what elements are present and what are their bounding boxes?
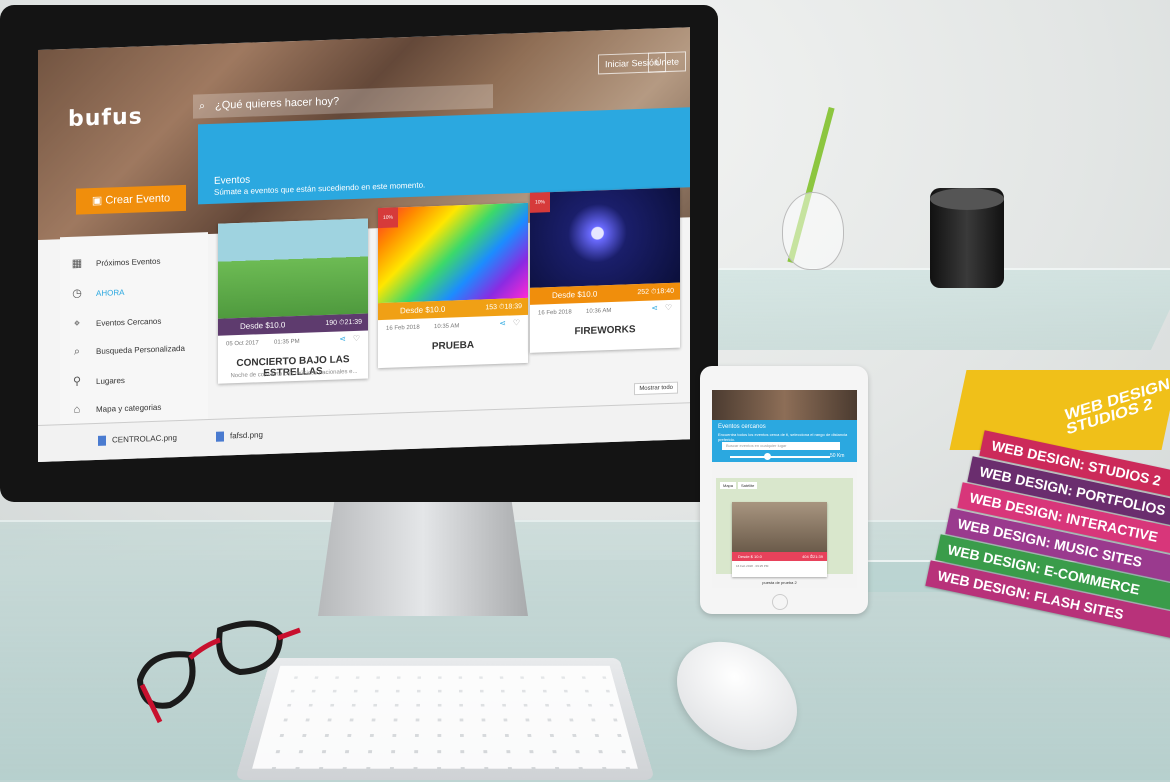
sidebar-item-now[interactable]: ◷ AHORA [70, 281, 124, 305]
satellite-tab[interactable]: Satélite [738, 482, 758, 489]
event-date: 05 Oct 2017 [226, 340, 259, 348]
share-icon[interactable]: ⋖ [651, 303, 658, 312]
discount-ribbon: 10% [378, 207, 398, 229]
tablet-screen: Eventos cercanos Encuentra todos los eve… [712, 390, 857, 588]
heart-icon[interactable]: ♡ [513, 318, 520, 327]
sidebar-item-map[interactable]: ⌂ Mapa y categorias [70, 396, 162, 421]
stats: 153 ⏱18:39 [485, 303, 522, 312]
stats: 190 ⏱21:39 [325, 318, 362, 327]
download-item[interactable]: fafsd.png [216, 430, 263, 442]
sidebar-item-places[interactable]: ⚲ Lugares [70, 369, 125, 393]
event-image [530, 187, 680, 288]
event-image [378, 202, 528, 304]
event-card[interactable]: 10% Desde $10.0 252 ⏱18:40 16 Feb 2018 1… [530, 187, 680, 353]
event-title: PRUEBA [431, 339, 475, 353]
price: Desde $10.0 [552, 289, 598, 301]
pin-icon: ⚲ [72, 375, 82, 388]
event-date: 16 Feb 2018 [538, 309, 572, 317]
event-time: 10:36 AM [586, 307, 612, 315]
search-icon: ⌕ [73, 345, 81, 358]
event-image [218, 218, 368, 319]
glasses [136, 620, 301, 724]
share-icon[interactable]: ⋖ [339, 334, 346, 343]
desktop-screen: bufus ⌕ ¿Qué quieres hacer hoy? Iniciar … [38, 27, 690, 462]
event-title: puesta de prueba 2 [762, 580, 797, 585]
heart-icon[interactable]: ♡ [665, 303, 672, 312]
event-image [732, 502, 827, 552]
glass-shelf [680, 268, 1170, 350]
heart-icon[interactable]: ♡ [353, 334, 360, 343]
event-date: 16 Feb 2018 · 09:25 PM [736, 564, 769, 568]
show-all-button[interactable]: Mostrar todo [634, 381, 678, 396]
bulb-vase [782, 192, 844, 270]
search-placeholder: ¿Qué quieres hacer hoy? [215, 95, 340, 112]
distance-value: 50 Km [830, 453, 845, 459]
tablet-hero [712, 390, 857, 420]
imac-stand [318, 498, 528, 616]
file-icon [98, 435, 106, 446]
sidebar-item-custom-search[interactable]: ⌕ Busqueda Personalizada [70, 337, 185, 363]
discount-ribbon: 10% [530, 192, 550, 213]
share-icon[interactable]: ⋖ [499, 319, 506, 328]
event-card[interactable]: Desde $10.0 190 ⏱21:39 05 Oct 2017 01:35… [218, 218, 368, 384]
slider-handle[interactable] [764, 453, 771, 460]
event-card[interactable]: 10% Desde $10.0 153 ⏱18:39 16 Feb 2018 1… [378, 202, 528, 369]
event-date: 16 Feb 2018 [386, 324, 420, 332]
ticket-icon: ▣ [91, 194, 106, 208]
tablet: Eventos cercanos Encuentra todos los eve… [700, 366, 868, 614]
tablet-subtitle: Encuentra todos los eventos cerca de ti,… [718, 432, 848, 442]
price: Desde $10.0 [400, 304, 446, 316]
map-tab[interactable]: Mapa [720, 482, 737, 489]
tablet-search-input[interactable]: Buscar eventos en cualquier lugar [722, 442, 840, 450]
tablet-event-card[interactable]: Desde $ 10.0 404 ⏱21:39 16 Feb 2018 · 09… [732, 502, 827, 585]
banner-title: Eventos [214, 174, 251, 187]
camera-lens [930, 188, 1004, 288]
create-event-button[interactable]: ▣ Crear Evento [76, 184, 186, 215]
search-icon: ⌕ [199, 100, 206, 113]
imac-monitor: bufus ⌕ ¿Qué quieres hacer hoy? Iniciar … [0, 5, 718, 502]
distance-slider[interactable] [730, 456, 830, 458]
tablet-title: Eventos cercanos [718, 424, 766, 430]
join-button[interactable]: Únete [648, 51, 687, 73]
sidebar-item-nearby[interactable]: ⌖ Eventos Cercanos [70, 310, 161, 335]
stats: 252 ⏱18:40 [637, 287, 674, 297]
file-icon [216, 431, 224, 442]
price: Desde $10.0 [240, 320, 286, 331]
event-time: 01:35 PM [274, 338, 300, 346]
event-title: FIREWORKS [574, 324, 636, 338]
calendar-icon: ▦ [71, 257, 83, 270]
price-bar: Desde $ 10.0 404 ⏱21:39 [732, 552, 827, 561]
sidebar: ▦ Próximos Eventos ◷ AHORA ⌖ Eventos Cercan… [60, 232, 208, 428]
event-time: 10:35 AM [434, 323, 460, 331]
sidebar-item-upcoming[interactable]: ▦ Próximos Eventos [70, 250, 161, 275]
clock-icon: ◷ [72, 287, 82, 300]
location-icon: ⌖ [73, 317, 81, 330]
download-item[interactable]: CENTROLAC.png [98, 433, 177, 446]
bufus-logo[interactable]: bufus [68, 104, 143, 132]
map-icon: ⌂ [73, 403, 81, 416]
home-button [772, 594, 788, 610]
